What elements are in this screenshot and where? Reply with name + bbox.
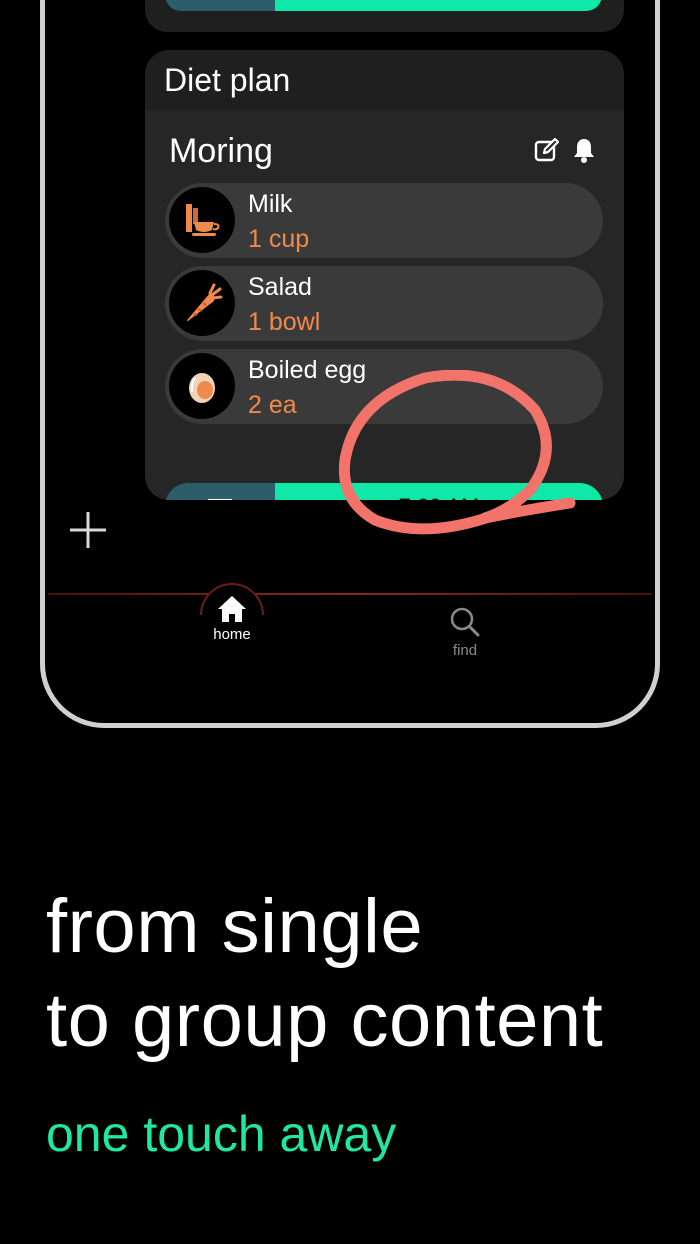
home-icon [218,596,246,622]
item-name: Salad [248,273,312,301]
menu-lines-icon [208,498,232,500]
nav-divider [48,593,652,595]
add-icon[interactable] [68,510,108,550]
card-title: Diet plan [164,62,291,98]
headline-line-2: to group content [46,978,604,1063]
previous-card-timebar[interactable] [165,0,602,11]
nav-label-find: find [452,642,478,659]
headline-line-1: from single [46,884,424,969]
item-quantity: 1 bowl [248,308,321,336]
bell-icon[interactable] [572,137,596,163]
section-title: Moring [169,132,273,170]
search-icon [450,607,480,637]
item-quantity: 1 cup [248,225,310,253]
nav-item-home[interactable]: home [200,594,264,643]
edit-icon[interactable] [534,137,560,163]
previous-card [145,0,624,32]
nav-label-home: home [213,626,251,643]
marketing-tagline: one touch away [46,1106,397,1162]
section-actions [534,137,596,163]
marketing-headline: from single to group content [46,880,603,1068]
item-name: Milk [248,190,293,218]
nav-item-find[interactable]: find [433,606,497,659]
item-quantity: 2 ea [248,391,297,419]
list-item[interactable]: Milk 1 cup [165,183,603,258]
menu-button[interactable] [165,483,275,500]
egg-icon [169,353,235,419]
highlight-circle-annotation [338,370,576,535]
list-item[interactable]: Salad 1 bowl [165,266,603,341]
carrot-icon [169,270,235,336]
milk-cup-icon [169,187,235,253]
